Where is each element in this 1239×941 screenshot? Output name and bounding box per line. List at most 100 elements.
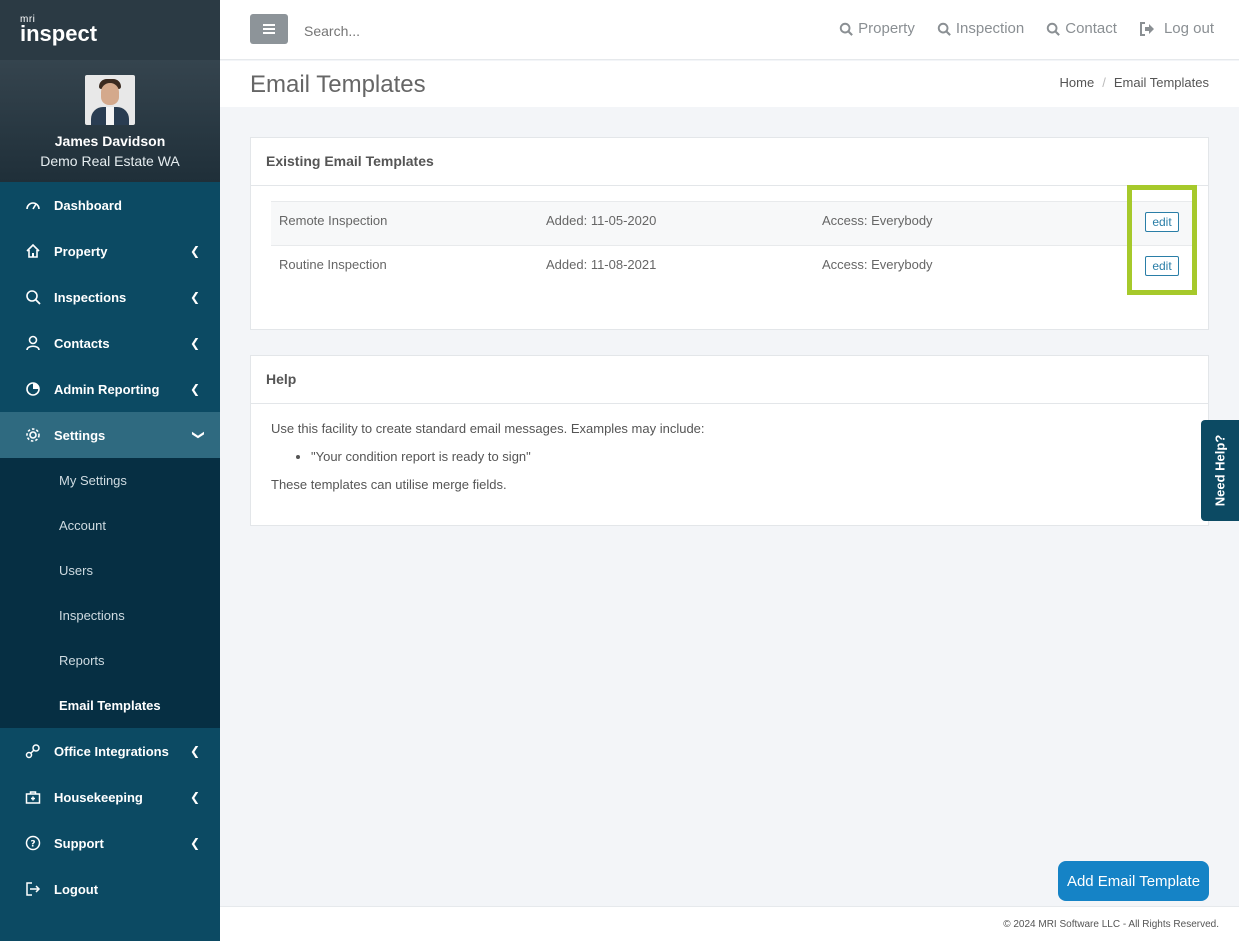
svg-text:?: ? <box>30 840 35 850</box>
help-examples: "Your condition report is ready to sign" <box>311 448 1188 466</box>
breadcrumb: Home / Email Templates <box>1060 75 1209 90</box>
breadcrumb-home[interactable]: Home <box>1060 75 1095 90</box>
sidebar-item-housekeeping[interactable]: Housekeeping ❮ <box>0 774 220 820</box>
need-help-label: Need Help? <box>1212 434 1228 507</box>
edit-button[interactable]: edit <box>1145 256 1179 276</box>
sidebar-item-label: Support <box>54 835 104 851</box>
copyright-text: © 2024 MRI Software LLC - All Rights Res… <box>1003 919 1219 930</box>
menu-toggle-button[interactable] <box>250 14 288 44</box>
question-icon: ? <box>24 834 42 852</box>
chevron-left-icon: ❮ <box>189 382 200 396</box>
card-title: Help <box>251 356 1208 404</box>
template-name: Routine Inspection <box>279 257 387 272</box>
top-link-contact[interactable]: Contact <box>1046 20 1117 37</box>
table-row: Routine Inspection Added: 11-08-2021 Acc… <box>271 245 1195 289</box>
sidebar-item-contacts[interactable]: Contacts ❮ <box>0 320 220 366</box>
card-title: Existing Email Templates <box>251 138 1208 186</box>
top-links: Property Inspection Contact Log out <box>839 20 1214 37</box>
chevron-left-icon: ❮ <box>189 790 200 804</box>
sidebar-item-label: Dashboard <box>54 197 122 213</box>
template-access: Access: Everybody <box>822 257 933 272</box>
template-name: Remote Inspection <box>279 213 388 228</box>
sidebar-item-label: Property <box>54 243 108 259</box>
submenu-item-users[interactable]: Users <box>0 548 220 593</box>
sidebar-item-label: Office Integrations <box>54 743 169 759</box>
submenu-item-reports[interactable]: Reports <box>0 638 220 683</box>
top-link-label: Contact <box>1065 20 1117 37</box>
list-item: "Your condition report is ready to sign" <box>311 448 1188 466</box>
add-email-template-button[interactable]: Add Email Template <box>1058 861 1209 901</box>
chevron-left-icon: ❮ <box>189 244 200 258</box>
top-link-logout[interactable]: Log out <box>1139 20 1214 37</box>
page-title: Email Templates <box>250 71 426 98</box>
integration-icon <box>24 742 42 760</box>
profile-name: James Davidson <box>54 133 166 149</box>
profile-org: Demo Real Estate WA <box>40 153 180 169</box>
home-icon <box>24 242 42 260</box>
chevron-left-icon: ❮ <box>189 744 200 758</box>
hamburger-icon <box>263 28 275 30</box>
template-added: Added: 11-08-2021 <box>546 257 657 272</box>
user-icon <box>24 334 42 352</box>
sign-out-icon <box>1139 21 1154 36</box>
gear-icon <box>24 426 42 444</box>
sidebar-item-label: Admin Reporting <box>54 381 160 397</box>
sidebar: mri inspect James Davidson Demo Real Est… <box>0 0 220 941</box>
sidebar-item-property[interactable]: Property ❮ <box>0 228 220 274</box>
table-row: Remote Inspection Added: 11-05-2020 Acce… <box>271 201 1195 245</box>
sidebar-item-label: Logout <box>54 881 99 897</box>
search-icon <box>1047 22 1061 36</box>
sidebar-item-admin-reporting[interactable]: Admin Reporting ❮ <box>0 366 220 412</box>
search-icon <box>24 288 42 306</box>
sidebar-item-logout[interactable]: Logout <box>0 866 220 912</box>
logo[interactable]: mri inspect <box>0 0 220 60</box>
help-intro: Use this facility to create standard ema… <box>271 421 705 436</box>
chevron-left-icon: ❮ <box>189 836 200 850</box>
top-link-label: Log out <box>1163 20 1214 37</box>
help-body: Use this facility to create standard ema… <box>251 404 1208 510</box>
help-outro: These templates can utilise merge fields… <box>271 477 507 492</box>
search-input[interactable] <box>304 18 604 44</box>
sidebar-item-dashboard[interactable]: Dashboard <box>0 182 220 228</box>
avatar[interactable] <box>85 75 135 125</box>
template-added: Added: 11-05-2020 <box>546 213 657 228</box>
existing-templates-card: Existing Email Templates Remote Inspecti… <box>250 137 1209 330</box>
sidebar-item-label: Contacts <box>54 335 110 351</box>
template-access: Access: Everybody <box>822 213 933 228</box>
toolbox-icon <box>24 788 42 806</box>
top-link-label: Property <box>858 20 915 37</box>
logout-icon <box>24 880 42 898</box>
search-icon <box>937 22 951 36</box>
edit-button[interactable]: edit <box>1145 212 1179 232</box>
submenu-item-inspections[interactable]: Inspections <box>0 593 220 638</box>
sidebar-item-label: Settings <box>54 427 106 443</box>
sidebar-item-label: Inspections <box>54 289 127 305</box>
pie-chart-icon <box>24 380 42 398</box>
search-icon <box>839 22 854 36</box>
sidebar-item-office-integrations[interactable]: Office Integrations ❮ <box>0 728 220 774</box>
speedometer-icon <box>24 196 42 214</box>
sidebar-nav-lower: Office Integrations ❮ Housekeeping ❮ ? S… <box>0 728 220 912</box>
submenu-item-email-templates[interactable]: Email Templates <box>0 683 220 728</box>
chevron-down-icon: ❮ <box>189 429 204 441</box>
sidebar-nav: Dashboard Property ❮ Inspections ❮ Conta… <box>0 182 220 458</box>
settings-submenu: My Settings Account Users Inspections Re… <box>0 458 220 728</box>
page-header: Email Templates Home / Email Templates <box>220 61 1239 107</box>
top-link-property[interactable]: Property <box>839 20 915 37</box>
submenu-item-account[interactable]: Account <box>0 503 220 548</box>
sidebar-item-inspections[interactable]: Inspections ❮ <box>0 274 220 320</box>
footer: © 2024 MRI Software LLC - All Rights Res… <box>220 906 1239 941</box>
submenu-item-my-settings[interactable]: My Settings <box>0 458 220 503</box>
top-link-inspection[interactable]: Inspection <box>937 20 1024 37</box>
help-card: Help Use this facility to create standar… <box>250 355 1209 526</box>
breadcrumb-separator: / <box>1102 75 1106 90</box>
sidebar-item-support[interactable]: ? Support ❮ <box>0 820 220 866</box>
user-profile: James Davidson Demo Real Estate WA <box>0 60 220 182</box>
need-help-tab[interactable]: Need Help? <box>1201 420 1239 521</box>
sidebar-item-label: Housekeeping <box>54 789 143 805</box>
chevron-left-icon: ❮ <box>189 336 200 350</box>
top-bar: Property Inspection Contact Log out <box>220 0 1239 60</box>
top-link-label: Inspection <box>955 20 1025 37</box>
logo-inspect-text: inspect <box>20 21 98 46</box>
sidebar-item-settings[interactable]: Settings ❮ <box>0 412 220 458</box>
